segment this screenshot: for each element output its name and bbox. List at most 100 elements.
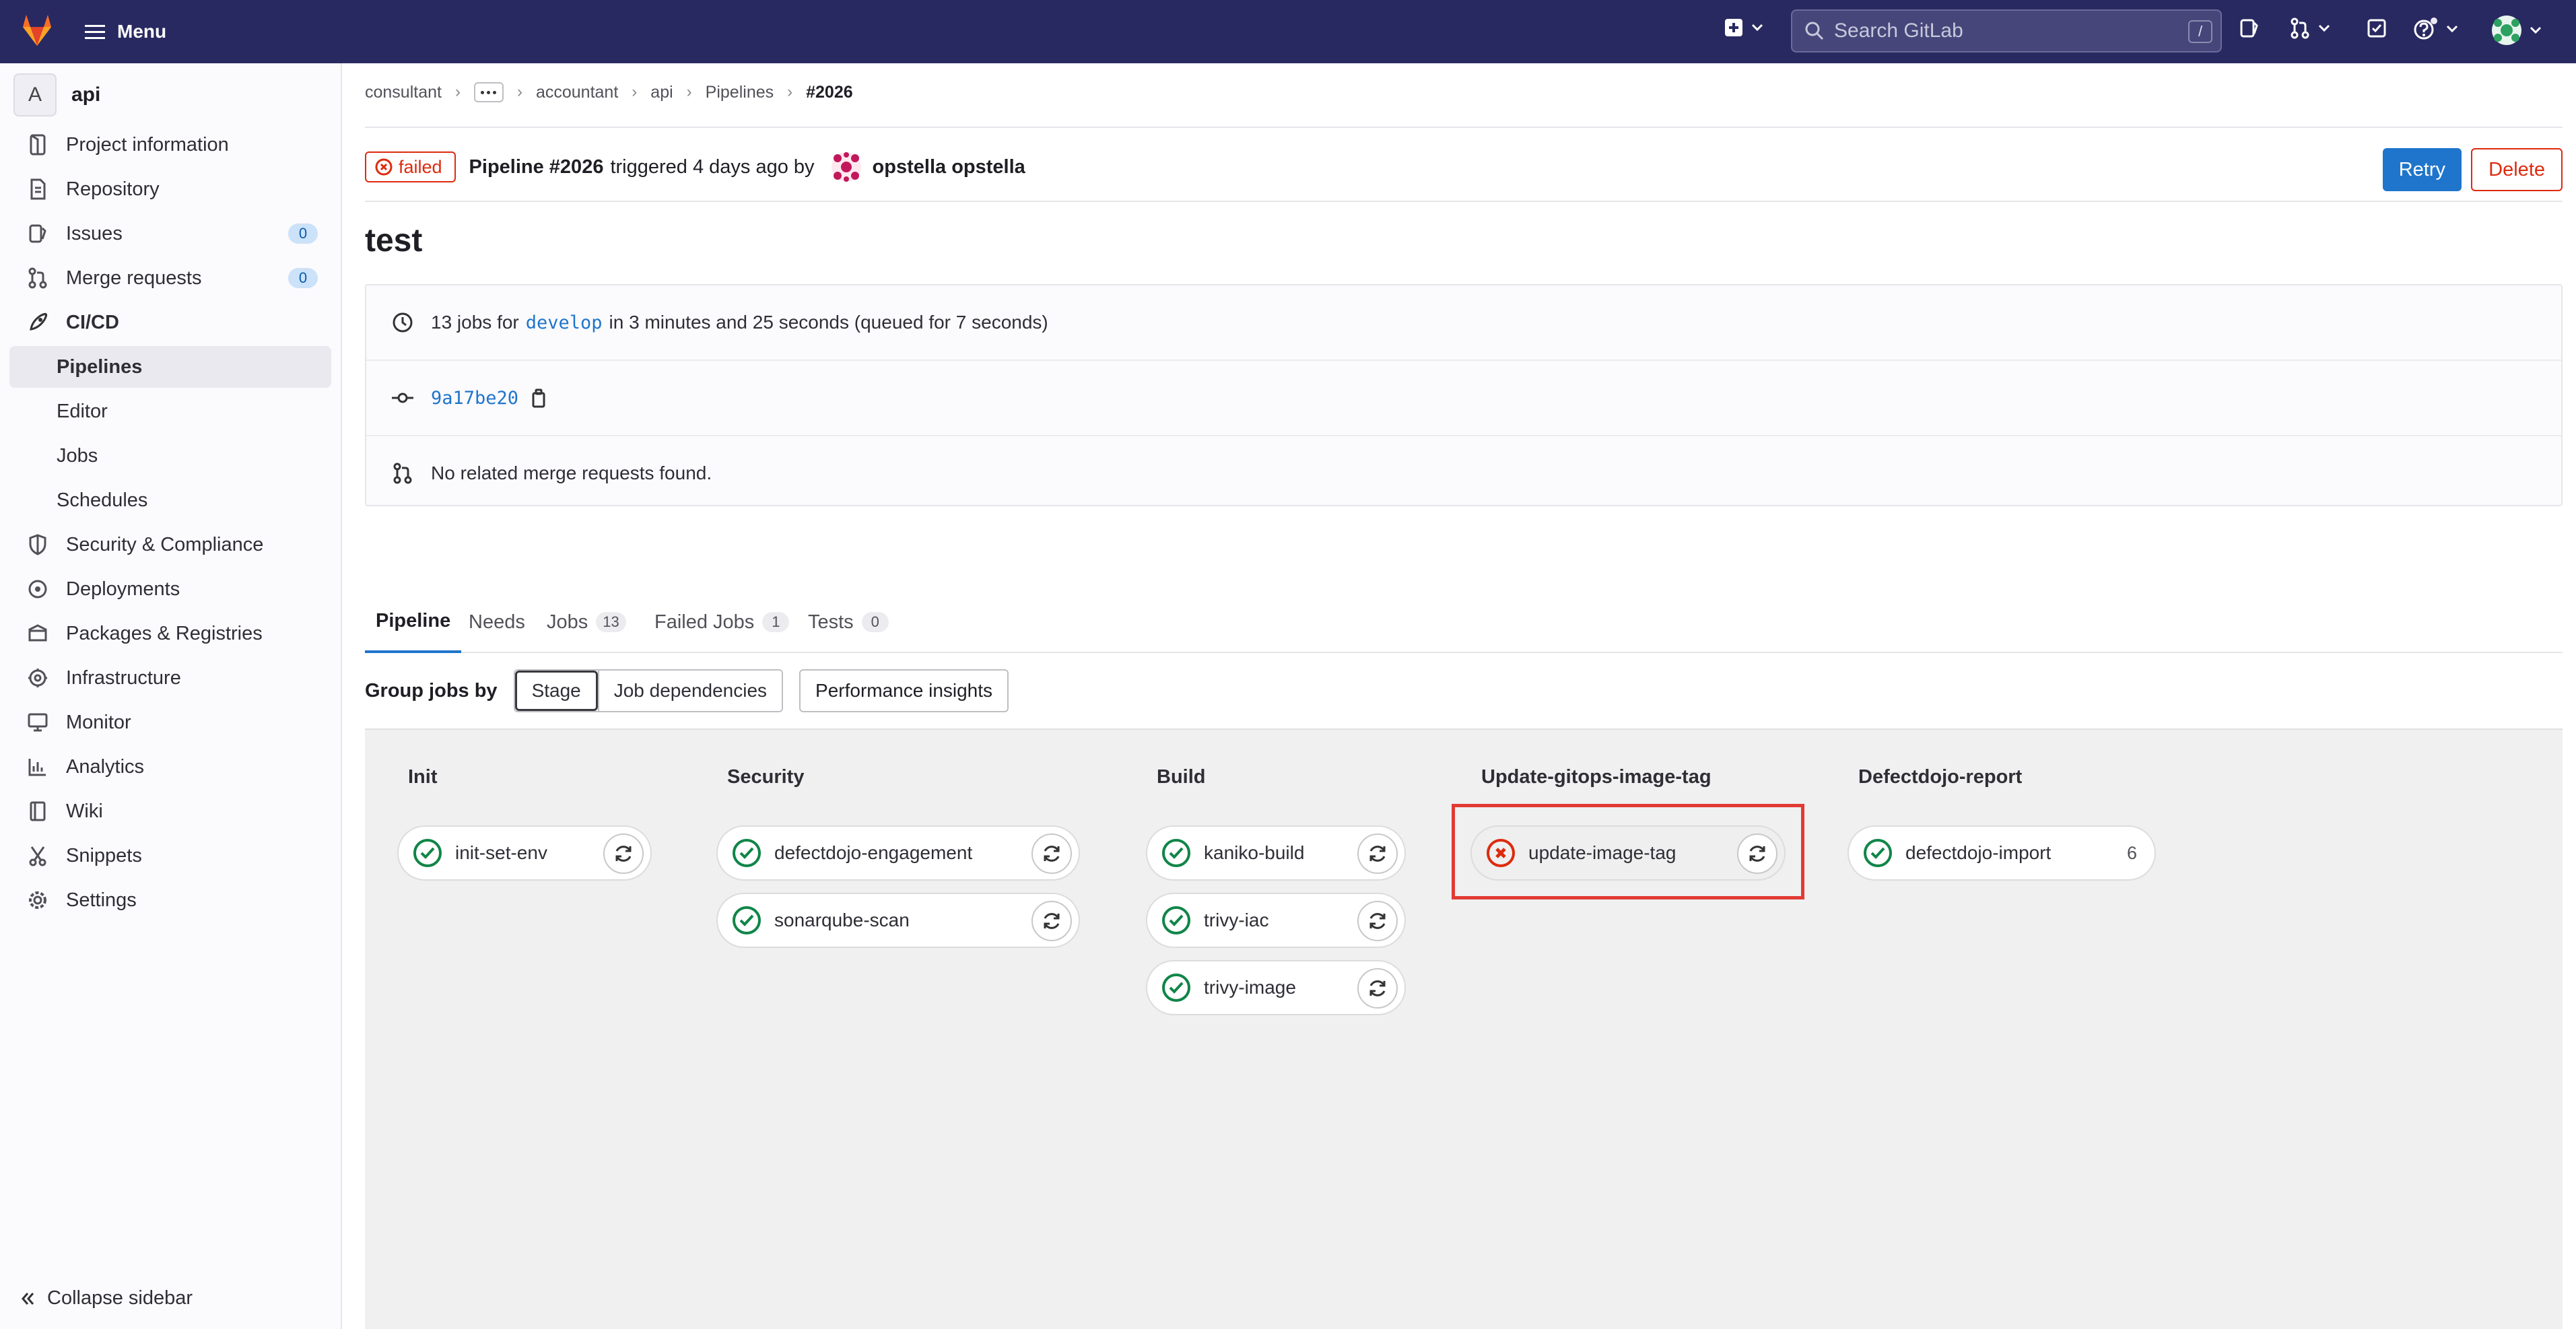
sidebar-item-repository[interactable]: Repository [9,168,331,210]
tab-needs[interactable]: Needs [469,591,525,653]
sidebar-item-infrastructure[interactable]: Infrastructure [9,657,331,699]
breadcrumb-item[interactable]: consultant [365,83,442,102]
sidebar-item-issues[interactable]: Issues 0 [9,213,331,254]
sidebar-item-label: Issues [66,222,123,244]
duration-text: in 3 minutes and 25 seconds (queued for … [609,312,1048,333]
breadcrumb-item[interactable]: Pipelines [706,83,774,102]
cloud-gear-icon [26,667,50,689]
sidebar-item-label: Analytics [66,755,145,778]
status-success-icon [1161,972,1192,1003]
sidebar-item-security-compliance[interactable]: Security & Compliance [9,524,331,566]
stage-title: Security [727,766,805,788]
breadcrumb-expand-button[interactable] [473,82,504,102]
sidebar-item-snippets[interactable]: Snippets [9,835,331,877]
retry-icon[interactable] [1031,901,1072,941]
job-init-set-env[interactable]: init-set-env [397,825,652,881]
job-update-image-tag[interactable]: update-image-tag [1470,825,1786,881]
job-defectdojo-engagement[interactable]: defectdojo-engagement [716,825,1080,881]
breadcrumb-item[interactable]: api [650,83,673,102]
issues-icon [26,223,50,244]
gitlab-logo-icon[interactable] [19,12,55,48]
sidebar-item-schedules[interactable]: Schedules [9,479,331,521]
search-input[interactable]: Search GitLab / [1791,9,2222,53]
user-menu-dropdown[interactable] [2491,15,2542,46]
sidebar-item-label: Jobs [57,444,98,467]
retry-icon[interactable] [1031,833,1072,874]
snippet-icon [26,845,50,866]
performance-insights-button[interactable]: Performance insights [799,669,1009,712]
pipeline-mr-row: No related merge requests found. [366,436,2561,510]
shield-icon [26,534,50,555]
job-trivy-iac[interactable]: trivy-iac [1146,893,1406,948]
retry-button[interactable]: Retry [2382,148,2462,191]
retry-icon[interactable] [1737,833,1777,874]
copy-icon[interactable] [529,388,548,408]
sidebar-item-settings[interactable]: Settings [9,879,331,921]
branch-link[interactable]: develop [526,312,603,333]
job-trivy-image[interactable]: trivy-image [1146,960,1406,1015]
breadcrumb-item[interactable]: accountant [536,83,618,102]
new-dropdown[interactable] [1724,18,1764,38]
delete-button[interactable]: Delete [2471,148,2563,191]
breadcrumb-item-current[interactable]: #2026 [806,83,853,102]
sidebar-item-analytics[interactable]: Analytics [9,746,331,788]
sidebar-item-wiki[interactable]: Wiki [9,790,331,832]
collapse-sidebar-button[interactable]: Collapse sidebar [20,1287,193,1309]
todos-nav-button[interactable] [2366,18,2387,39]
avatar [2491,15,2522,46]
package-icon [26,623,50,644]
sidebar-item-packages-registries[interactable]: Packages & Registries [9,613,331,654]
help-dropdown[interactable] [2413,18,2459,40]
status-success-icon [731,838,762,868]
sidebar-item-merge-requests[interactable]: Merge requests 0 [9,257,331,299]
pipeline-graph: Init init-set-env Security defectdojo-en… [365,728,2563,1329]
tab-pipeline[interactable]: Pipeline [365,591,462,653]
tab-count-badge: 0 [861,612,889,632]
doc-icon [26,178,50,200]
rocket-icon [26,312,50,333]
hamburger-icon [85,24,105,40]
merge-request-icon [26,267,50,289]
sidebar-item-jobs[interactable]: Jobs [9,435,331,477]
job-dependencies-option-button[interactable]: Job dependencies [597,671,782,711]
status-badge[interactable]: failed [365,151,456,182]
job-name: defectdojo-engagement [774,842,973,863]
sidebar-item-deployments[interactable]: Deployments [9,568,331,610]
retry-icon[interactable] [1357,968,1398,1009]
job-name: update-image-tag [1528,842,1676,863]
sidebar-item-label: Editor [57,400,108,422]
sidebar-item-pipelines[interactable]: Pipelines [9,346,331,388]
sidebar-item-monitor[interactable]: Monitor [9,702,331,743]
job-defectdojo-import[interactable]: defectdojo-import 6 [1848,825,2156,881]
tab-tests[interactable]: Tests 0 [808,591,889,653]
sidebar-item-cicd[interactable]: CI/CD [9,302,331,343]
merge-requests-count-badge: 0 [288,268,318,288]
tab-label: Failed Jobs [654,611,755,633]
retry-icon[interactable] [1357,833,1398,874]
retry-icon[interactable] [603,833,644,874]
sidebar-item-editor[interactable]: Editor [9,390,331,432]
book-icon [26,800,50,822]
pipeline-duration-row: 13 jobs for develop in 3 minutes and 25 … [366,285,2561,360]
sidebar-item-project-information[interactable]: Project information [9,124,331,166]
issues-nav-button[interactable] [2238,18,2260,39]
job-name: trivy-image [1204,977,1296,998]
commit-sha-link[interactable]: 9a17be20 [431,388,518,409]
stage-option-button[interactable]: Stage [514,671,598,711]
clock-icon [389,312,416,333]
pipeline-user-link[interactable]: opstella opstella [873,156,1025,178]
stage-title: Update-gitops-image-tag [1481,766,1711,788]
double-chevron-left-icon [20,1291,35,1306]
sidebar-project-header[interactable]: A api [13,73,100,117]
monitor-icon [26,712,50,732]
tab-failed-jobs[interactable]: Failed Jobs 1 [654,591,790,653]
tab-jobs[interactable]: Jobs 13 [547,591,626,653]
job-sonarqube-scan[interactable]: sonarqube-scan [716,893,1080,948]
user-avatar[interactable] [831,151,862,182]
retry-icon[interactable] [1357,901,1398,941]
menu-button[interactable]: Menu [85,15,166,48]
sidebar-item-label: Deployments [66,578,180,600]
merge-requests-nav-dropdown[interactable] [2289,18,2331,39]
job-kaniko-build[interactable]: kaniko-build [1146,825,1406,881]
merge-requests-text: No related merge requests found. [431,463,712,483]
